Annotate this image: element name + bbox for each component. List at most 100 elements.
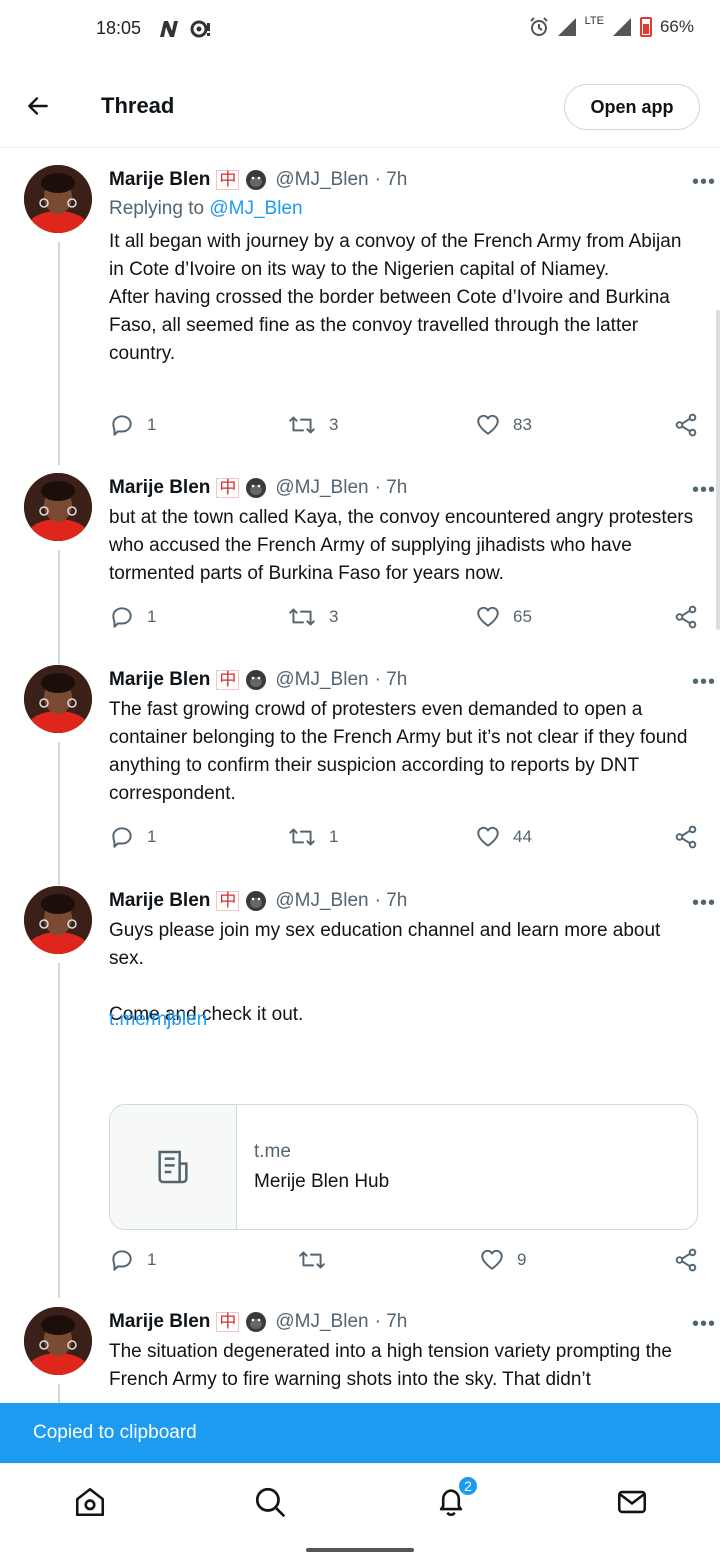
flag-badge: 中 [216, 891, 240, 911]
tweet-actions: 1 3 65 [109, 604, 701, 634]
reply-count: 1 [147, 415, 157, 434]
card-title: Merije Blen Hub [254, 1171, 390, 1192]
tweet-link[interactable]: t.me/mjblen [109, 1009, 207, 1031]
retweet-button[interactable]: 3 [287, 604, 338, 630]
article-icon [158, 1150, 188, 1184]
reply-icon [112, 1250, 132, 1271]
retweet-icon [289, 416, 315, 434]
author-name[interactable]: Marije Blen [109, 169, 210, 191]
alarm-icon [529, 17, 548, 36]
mail-icon [617, 1490, 647, 1514]
status-bar: 18:05 LTE 66% [0, 0, 720, 60]
like-button[interactable]: 83 [475, 412, 532, 438]
avatar[interactable] [24, 665, 92, 733]
tweet-header: Marije Blen 中 @MJ_Blen · 7h [109, 1307, 700, 1337]
author-handle[interactable]: @MJ_Blen [275, 890, 368, 912]
like-button[interactable]: 65 [475, 604, 532, 630]
share-icon [675, 1248, 697, 1272]
author-handle[interactable]: @MJ_Blen [275, 1311, 368, 1333]
tweet-time: · 7h [374, 477, 408, 498]
author-handle[interactable]: @MJ_Blen [275, 169, 368, 191]
retweet-button[interactable] [297, 1247, 339, 1273]
tweet-actions: 1 3 83 [109, 412, 701, 442]
tweet[interactable]: Marije Blen 中 @MJ_Blen · 7h ••• Guys ple… [0, 886, 720, 1286]
share-button[interactable] [673, 824, 699, 850]
nav-home[interactable] [72, 1484, 108, 1520]
tweet-time: · 7h [374, 169, 408, 190]
gorilla-emoji-icon [246, 891, 267, 911]
nav-search[interactable] [252, 1484, 288, 1520]
author-name[interactable]: Marije Blen [109, 477, 210, 499]
like-button[interactable]: 44 [475, 824, 532, 850]
avatar[interactable] [24, 1307, 92, 1375]
reply-button[interactable]: 1 [109, 1247, 156, 1273]
tweet-time: · 7h [374, 890, 408, 911]
card-domain: t.me [254, 1141, 291, 1162]
retweet-button[interactable]: 1 [287, 824, 338, 850]
author-handle[interactable]: @MJ_Blen [275, 477, 368, 499]
more-options-icon[interactable]: ••• [692, 479, 716, 502]
replying-to: Replying to @MJ_Blen [109, 198, 303, 220]
more-options-icon[interactable]: ••• [692, 171, 716, 194]
search-icon [255, 1487, 285, 1517]
like-count: 44 [513, 827, 532, 846]
more-options-icon[interactable]: ••• [692, 671, 716, 694]
open-app-button[interactable]: Open app [564, 84, 700, 130]
n-app-icon [160, 21, 178, 37]
tweet-header: Marije Blen 中 @MJ_Blen · 7h [109, 473, 700, 503]
author-name[interactable]: Marije Blen [109, 1311, 210, 1333]
flag-badge: 中 [216, 478, 240, 498]
retweet-icon [299, 1251, 325, 1269]
avatar[interactable] [24, 165, 92, 233]
home-icon [75, 1487, 105, 1517]
tweet[interactable]: Marije Blen 中 @MJ_Blen · 7h ••• Replying… [0, 165, 720, 455]
heart-icon [477, 606, 499, 627]
share-icon [675, 413, 697, 437]
tweet[interactable]: Marije Blen 中 @MJ_Blen · 7h ••• but at t… [0, 473, 720, 643]
reply-button[interactable]: 1 [109, 824, 156, 850]
tweet[interactable]: Marije Blen 中 @MJ_Blen · 7h ••• The fast… [0, 665, 720, 865]
flag-badge: 中 [216, 670, 240, 690]
share-icon [675, 825, 697, 849]
gorilla-emoji-icon [246, 670, 267, 690]
like-count: 83 [513, 415, 532, 434]
more-options-icon[interactable]: ••• [692, 892, 716, 915]
page-title: Thread [101, 93, 175, 118]
share-icon [675, 605, 697, 629]
nav-notifications[interactable]: 2 [433, 1475, 479, 1520]
retweet-button[interactable]: 3 [287, 412, 338, 438]
replying-label: Replying to [109, 198, 205, 219]
tweet[interactable]: Marije Blen 中 @MJ_Blen · 7h ••• The situ… [0, 1307, 720, 1403]
signal-icon [557, 18, 576, 36]
tweet-text: but at the town called Kaya, the convoy … [109, 507, 694, 584]
author-name[interactable]: Marije Blen [109, 669, 210, 691]
share-button[interactable] [673, 1247, 699, 1273]
more-options-icon[interactable]: ••• [692, 1313, 716, 1336]
tweet-actions: 1 9 [109, 1247, 701, 1277]
tweet-text: It all began with journey by a convoy of… [109, 231, 682, 364]
reply-button[interactable]: 1 [109, 412, 156, 438]
home-indicator[interactable] [306, 1548, 414, 1552]
scrollbar[interactable] [716, 310, 720, 630]
retweet-icon [289, 608, 315, 626]
gorilla-emoji-icon [246, 1312, 267, 1332]
arrow-left-icon [28, 97, 48, 115]
tweet-header: Marije Blen 中 @MJ_Blen · 7h [109, 886, 700, 916]
author-name[interactable]: Marije Blen [109, 890, 210, 912]
share-button[interactable] [673, 412, 699, 438]
avatar[interactable] [24, 473, 92, 541]
author-handle[interactable]: @MJ_Blen [275, 669, 368, 691]
reply-count: 1 [147, 607, 157, 626]
nav-messages[interactable] [614, 1484, 650, 1520]
reply-button[interactable]: 1 [109, 604, 156, 630]
link-card[interactable]: t.me Merije Blen Hub [109, 1104, 698, 1230]
share-button[interactable] [673, 604, 699, 630]
tweet-time: · 7h [374, 669, 408, 690]
like-button[interactable]: 9 [479, 1247, 526, 1273]
avatar[interactable] [24, 886, 92, 954]
replying-handle[interactable]: @MJ_Blen [209, 198, 302, 219]
retweet-count: 3 [329, 607, 339, 626]
signal-icon-2 [612, 18, 631, 36]
back-button[interactable] [22, 90, 54, 122]
retweet-icon [289, 828, 315, 846]
